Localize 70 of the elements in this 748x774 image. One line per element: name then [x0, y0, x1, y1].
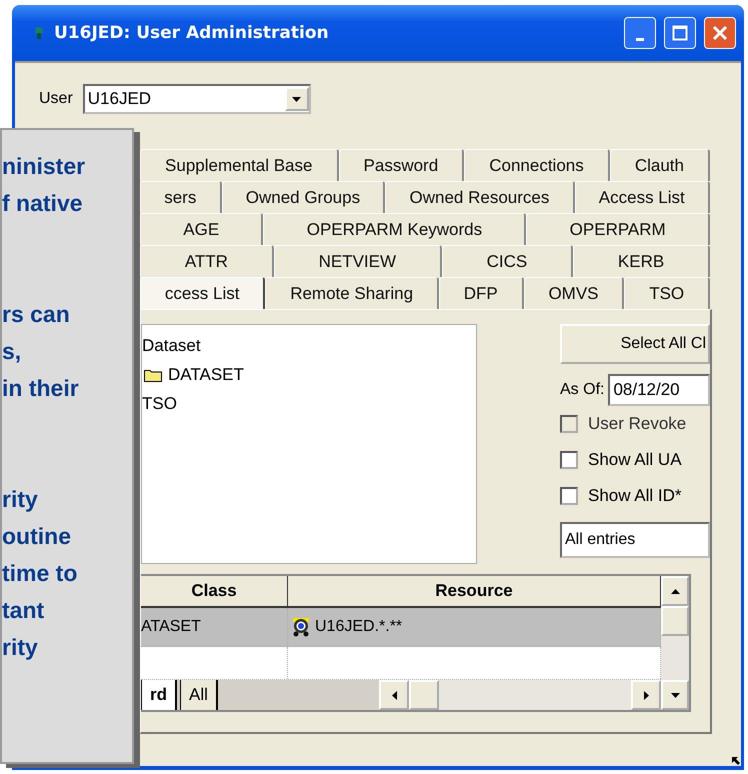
callout-text: s, [2, 337, 22, 366]
tab[interactable]: DFP [438, 277, 524, 309]
user-label: User [39, 90, 73, 108]
scroll-thumb[interactable] [409, 680, 439, 710]
vertical-scrollbar[interactable] [661, 576, 689, 710]
callout-text: rs can [2, 300, 71, 329]
callout-text: in their [2, 374, 80, 403]
tab[interactable]: TSO [624, 277, 710, 309]
close-button[interactable] [704, 17, 736, 49]
scroll-left-icon[interactable] [379, 680, 409, 710]
minimize-button[interactable] [624, 17, 656, 49]
maximize-icon [672, 25, 688, 41]
window-title: U16JED: User Administration [54, 23, 330, 43]
tab[interactable]: Clauth [610, 149, 710, 181]
scroll-thumb[interactable] [661, 606, 689, 636]
tab[interactable]: CICS [442, 245, 574, 277]
checkbox-label: Show All UA [588, 450, 682, 470]
tab[interactable]: KERB [573, 245, 710, 277]
as-of-label: As Of: [560, 381, 604, 399]
tab[interactable]: Remote Sharing [265, 277, 439, 309]
date-field[interactable]: 08/12/20 [608, 374, 710, 406]
tab[interactable]: Supplemental Base [140, 149, 338, 181]
scroll-right-icon[interactable] [631, 680, 661, 710]
horizontal-scrollbar[interactable] [379, 680, 661, 710]
table-cell: U16JED.*.** [315, 618, 402, 636]
tab[interactable]: Owned Groups [222, 181, 386, 213]
tab[interactable]: Password [338, 149, 464, 181]
tree-view[interactable]: Dataset DATASET TSO [141, 324, 477, 564]
folder-icon [144, 368, 162, 382]
tab[interactable]: ccess List [140, 277, 266, 309]
close-icon [712, 25, 728, 41]
tab[interactable]: OPERPARM [526, 213, 710, 245]
maximize-button[interactable] [664, 17, 696, 49]
tree-item[interactable]: Dataset [142, 336, 201, 356]
table-cell: ATASET [141, 618, 201, 636]
select-all-button[interactable]: Select All Cl [560, 324, 710, 364]
callout-text: rity [2, 633, 39, 662]
sheet-tab[interactable]: All [180, 680, 218, 710]
sheet-tab[interactable]: rd [141, 680, 177, 710]
tab[interactable]: OPERPARM Keywords [263, 213, 526, 245]
checkbox[interactable] [560, 451, 578, 469]
scroll-down-icon[interactable] [661, 680, 689, 710]
minimize-icon [636, 38, 644, 40]
tab[interactable]: Connections [464, 149, 610, 181]
resource-icon [290, 617, 312, 638]
app-icon [34, 27, 44, 39]
checkbox-label: User Revoke [588, 414, 686, 434]
callout-text: rity [2, 485, 39, 514]
tab[interactable]: AGE [140, 213, 264, 245]
filter-field[interactable]: All entries [560, 522, 710, 558]
tab[interactable]: sers [140, 181, 222, 213]
tab[interactable]: Owned Resources [385, 181, 575, 213]
scroll-up-icon[interactable] [661, 576, 689, 606]
grid-row[interactable]: ATASET U16JED.*.** [141, 608, 661, 648]
user-dropdown[interactable]: U16JED [82, 84, 311, 114]
callout-text: ninister [2, 152, 86, 181]
tab[interactable]: ATTR [140, 245, 274, 277]
checkbox-label: Show All ID* [588, 486, 682, 506]
resize-grip-icon[interactable] [731, 756, 741, 766]
checkbox[interactable] [560, 487, 578, 505]
tab[interactable]: NETVIEW [274, 245, 442, 277]
callout-text: f native [2, 189, 84, 218]
callout-text: tant [2, 596, 46, 625]
tab[interactable]: Access List [574, 181, 710, 213]
tree-item[interactable]: DATASET [168, 364, 244, 384]
tree-item[interactable]: TSO [142, 394, 177, 414]
tab[interactable]: OMVS [524, 277, 624, 309]
callout-text: time to [2, 559, 78, 588]
column-header[interactable]: Class [141, 576, 288, 606]
callout-text: outine [2, 522, 72, 551]
